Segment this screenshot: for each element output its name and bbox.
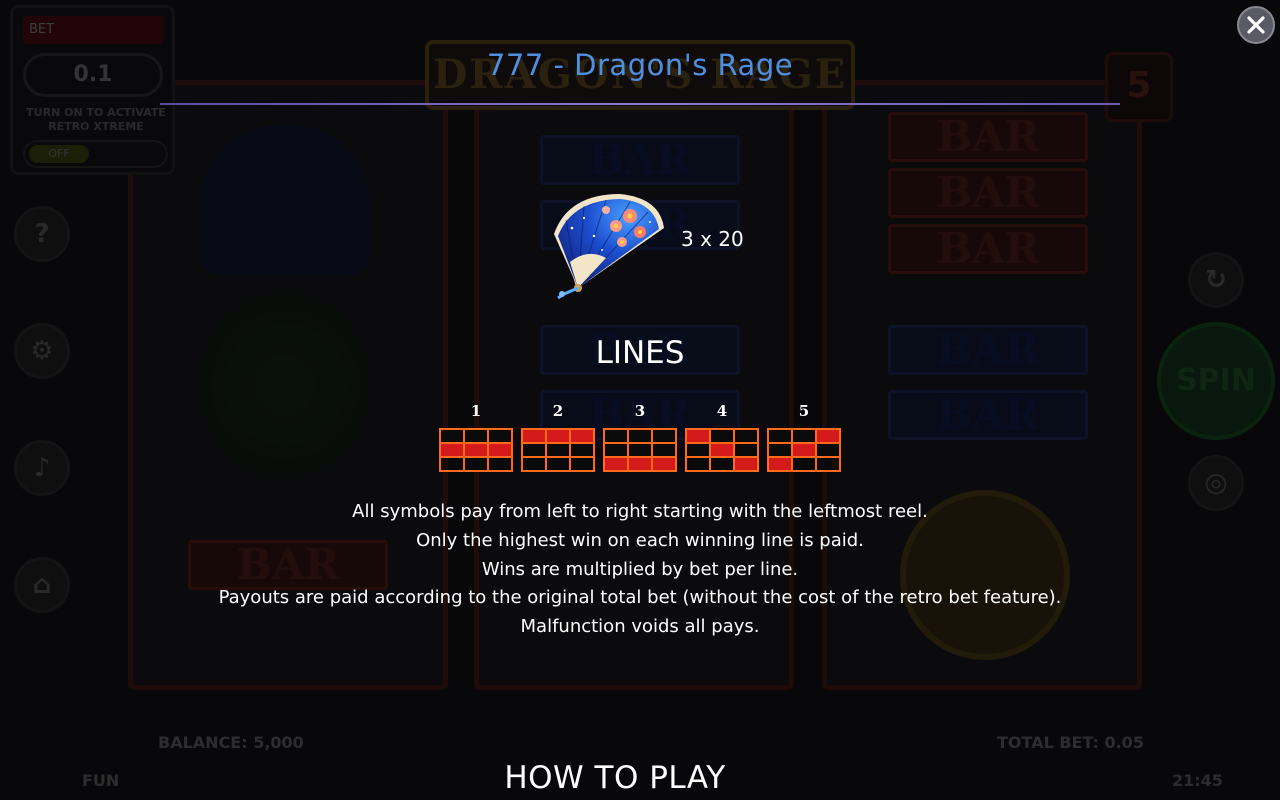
section-title-how-to-play: HOW TO PLAY (504, 760, 726, 796)
payline-grid (603, 428, 677, 472)
payline-cell-active (769, 458, 791, 470)
payline-3: 3 (603, 400, 677, 472)
payline-cell (735, 430, 757, 442)
payline-cell (489, 458, 511, 470)
payline-number: 4 (716, 402, 728, 420)
payline-cell-active (687, 430, 709, 442)
close-icon (1247, 16, 1265, 34)
payline-cell-active (523, 430, 545, 442)
payline-cell (817, 444, 839, 456)
payline-cell-active (711, 444, 733, 456)
payline-cell (465, 458, 487, 470)
payline-cell-active (547, 430, 569, 442)
payline-cell (793, 458, 815, 470)
payline-grid (439, 428, 513, 472)
payline-cell (605, 430, 627, 442)
payline-grid (767, 428, 841, 472)
payline-cell (793, 430, 815, 442)
payline-2: 2 (521, 400, 595, 472)
payline-grid (521, 428, 595, 472)
payline-number: 1 (470, 402, 482, 420)
paytable-title: 777 - Dragon's Rage (486, 48, 794, 82)
payline-cell (769, 430, 791, 442)
payline-cell (441, 458, 463, 470)
payline-cell (687, 458, 709, 470)
payline-cell (547, 458, 569, 470)
rule-line: Only the highest win on each winning lin… (416, 529, 864, 551)
payline-cell (523, 444, 545, 456)
rules-text: All symbols pay from left to right start… (0, 498, 1280, 642)
payline-cell (465, 430, 487, 442)
payline-cell (605, 444, 627, 456)
payline-cell-active (735, 458, 757, 470)
payline-4: 4 (685, 400, 759, 472)
payline-cell (817, 458, 839, 470)
payline-cell-active (629, 458, 651, 470)
rule-line: Wins are multiplied by bet per line. (481, 558, 799, 580)
payline-number: 3 (634, 402, 646, 420)
payline-cell-active (793, 444, 815, 456)
payline-cell-active (571, 430, 593, 442)
hand-fan-icon (554, 194, 664, 300)
payline-cell-active (441, 444, 463, 456)
payline-cell (571, 458, 593, 470)
payline-number: 5 (798, 402, 810, 420)
payline-1: 1 (439, 400, 513, 472)
payline-cell (653, 430, 675, 442)
payline-number: 2 (552, 402, 564, 420)
close-button[interactable] (1237, 6, 1275, 44)
rule-line: Malfunction voids all pays. (520, 616, 760, 638)
payline-cell (523, 458, 545, 470)
payline-cell (653, 444, 675, 456)
payline-cell (441, 430, 463, 442)
payline-cell-active (653, 458, 675, 470)
payline-cell (711, 430, 733, 442)
rule-line: All symbols pay from left to right start… (352, 501, 928, 522)
payline-5: 5 (767, 400, 841, 472)
payline-cell (769, 444, 791, 456)
payline-cell (735, 444, 757, 456)
payline-cell (687, 444, 709, 456)
payline-cell-active (605, 458, 627, 470)
payline-cell (629, 430, 651, 442)
payline-cell (711, 458, 733, 470)
lines-heading: LINES (595, 335, 685, 371)
payline-cell (629, 444, 651, 456)
payline-cell (547, 444, 569, 456)
payline-cell-active (465, 444, 487, 456)
payline-grid (685, 428, 759, 472)
payline-cell-active (489, 444, 511, 456)
payline-cell-active (817, 430, 839, 442)
rule-line: Payouts are paid according to the origin… (218, 587, 1062, 609)
title-divider (160, 103, 1120, 105)
symbol-payout: 3 x 20 (681, 227, 744, 251)
payline-cell (571, 444, 593, 456)
payline-cell (489, 430, 511, 442)
